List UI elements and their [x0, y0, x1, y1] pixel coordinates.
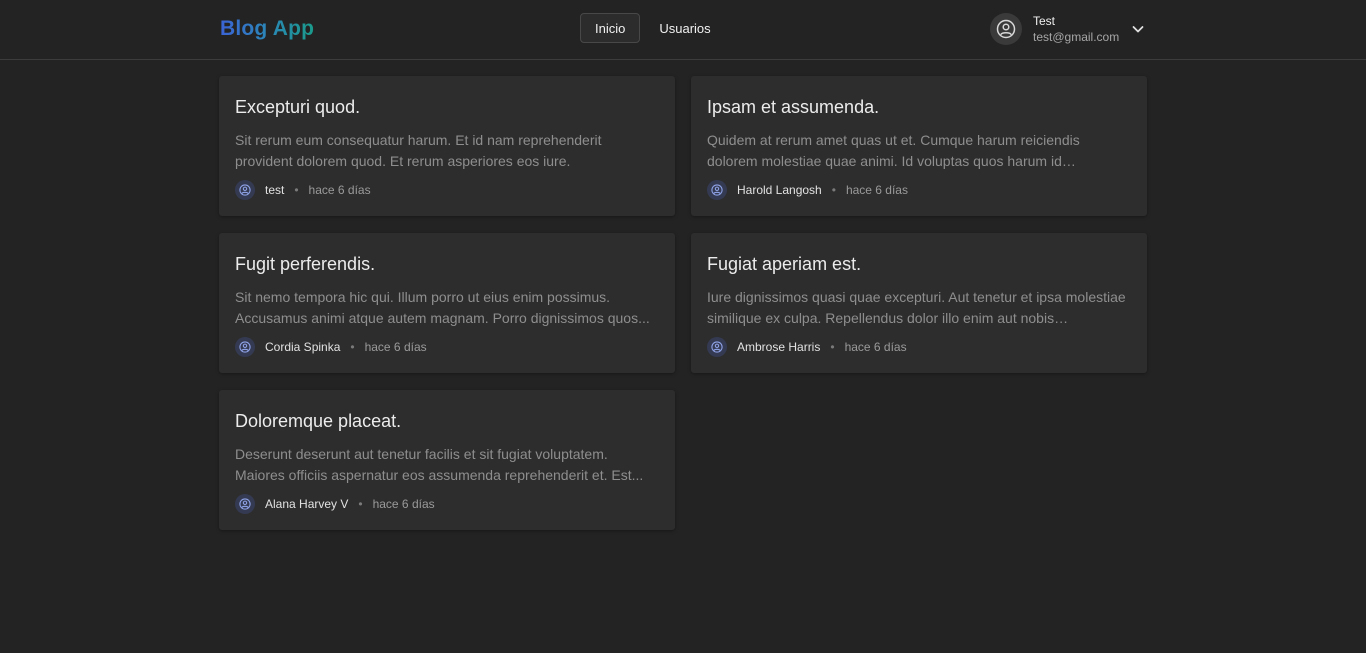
meta-separator: • [358, 497, 363, 511]
post-author[interactable]: Ambrose Harris [737, 340, 820, 354]
post-time: hace 6 días [845, 183, 908, 197]
post-time: hace 6 días [372, 497, 435, 511]
post-card[interactable]: Ipsam et assumenda. Quidem at rerum amet… [691, 76, 1147, 216]
post-card[interactable]: Fugit perferendis. Sit nemo tempora hic … [219, 233, 675, 373]
post-author[interactable]: Harold Langosh [737, 183, 822, 197]
post-excerpt: Iure dignissimos quasi quae excepturi. A… [707, 289, 1126, 326]
post-time: hace 6 días [844, 340, 907, 354]
author-avatar-icon [235, 494, 255, 514]
user-menu[interactable]: Test test@gmail.com [990, 12, 1150, 46]
post-time: hace 6 días [364, 340, 427, 354]
post-title[interactable]: Fugiat aperiam est. [707, 253, 1131, 275]
chevron-down-icon[interactable] [1131, 22, 1145, 36]
post-title[interactable]: Fugit perferendis. [235, 253, 659, 275]
post-title[interactable]: Doloremque placeat. [235, 410, 659, 432]
post-author[interactable]: Alana Harvey V [265, 497, 348, 511]
nav-inicio-button[interactable]: Inicio [580, 13, 641, 43]
user-circle-icon [990, 13, 1022, 45]
post-meta: Ambrose Harris • hace 6 días [707, 337, 1131, 357]
post-excerpt: Sit rerum eum consequatur harum. Et id n… [235, 132, 602, 169]
author-avatar-icon [235, 337, 255, 357]
author-avatar-icon [235, 180, 255, 200]
post-author[interactable]: Cordia Spinka [265, 340, 340, 354]
meta-separator: • [831, 183, 836, 197]
post-author[interactable]: test [265, 183, 284, 197]
post-title[interactable]: Excepturi quod. [235, 96, 659, 118]
author-avatar-icon [707, 337, 727, 357]
meta-separator: • [350, 340, 355, 354]
post-meta: Harold Langosh • hace 6 días [707, 180, 1131, 200]
post-meta: test • hace 6 días [235, 180, 659, 200]
author-avatar-icon [707, 180, 727, 200]
post-time: hace 6 días [308, 183, 371, 197]
post-excerpt: Deserunt deserunt aut tenetur facilis et… [235, 446, 644, 483]
main-nav: Inicio Usuarios [580, 13, 726, 43]
posts-grid: Excepturi quod. Sit rerum eum consequatu… [219, 76, 1147, 530]
post-excerpt: Sit nemo tempora hic qui. Illum porro ut… [235, 289, 650, 326]
post-card[interactable]: Doloremque placeat. Deserunt deserunt au… [219, 390, 675, 530]
app-logo[interactable]: Blog App [220, 17, 314, 41]
post-meta: Alana Harvey V • hace 6 días [235, 494, 659, 514]
post-card[interactable]: Fugiat aperiam est. Iure dignissimos qua… [691, 233, 1147, 373]
post-title[interactable]: Ipsam et assumenda. [707, 96, 1131, 118]
post-card[interactable]: Excepturi quod. Sit rerum eum consequatu… [219, 76, 675, 216]
user-email: test@gmail.com [1033, 30, 1120, 44]
meta-separator: • [830, 340, 835, 354]
post-meta: Cordia Spinka • hace 6 días [235, 337, 659, 357]
top-navigation-bar: Blog App Inicio Usuarios Test test@gmail… [0, 0, 1366, 60]
meta-separator: • [294, 183, 299, 197]
user-name: Test [1033, 14, 1056, 28]
post-excerpt: Quidem at rerum amet quas ut et. Cumque … [707, 132, 1080, 169]
nav-usuarios-button[interactable]: Usuarios [644, 13, 725, 43]
